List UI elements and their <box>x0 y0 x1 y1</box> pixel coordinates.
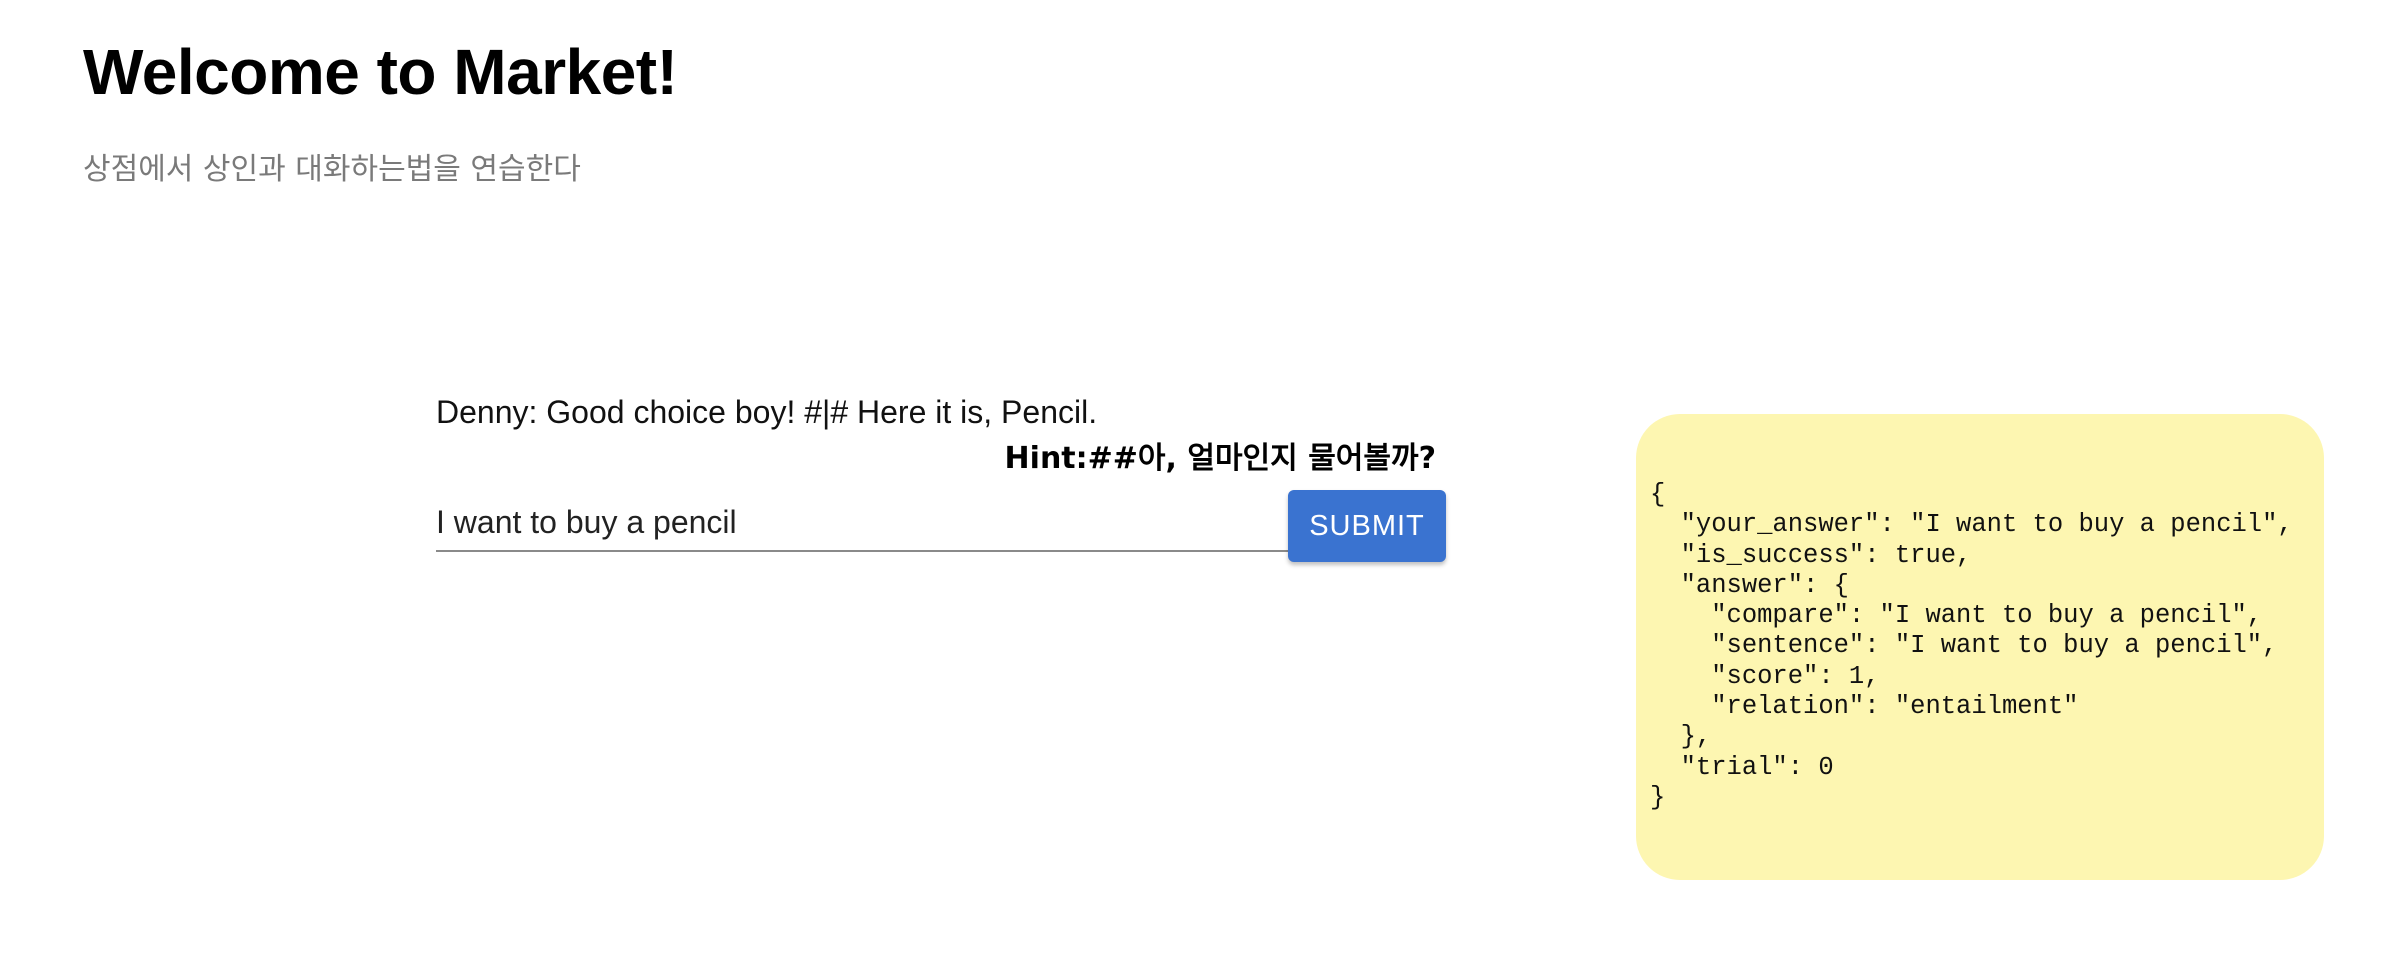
result-panel: { "your_answer": "I want to buy a pencil… <box>1636 414 2324 880</box>
page-title: Welcome to Market! <box>83 36 678 108</box>
submit-button[interactable]: SUBMIT <box>1288 490 1446 562</box>
result-json: { "your_answer": "I want to buy a pencil… <box>1650 480 2293 812</box>
answer-input[interactable] <box>436 494 1288 552</box>
page-subtitle: 상점에서 상인과 대화하는법을 연습한다 <box>83 152 581 187</box>
hint-text: Hint:##아, 얼마인지 물어볼까? <box>1004 441 1436 476</box>
chat-panel: Denny: Good choice boy! #|# Here it is, … <box>436 390 1446 570</box>
merchant-dialog: Denny: Good choice boy! #|# Here it is, … <box>436 394 1098 430</box>
